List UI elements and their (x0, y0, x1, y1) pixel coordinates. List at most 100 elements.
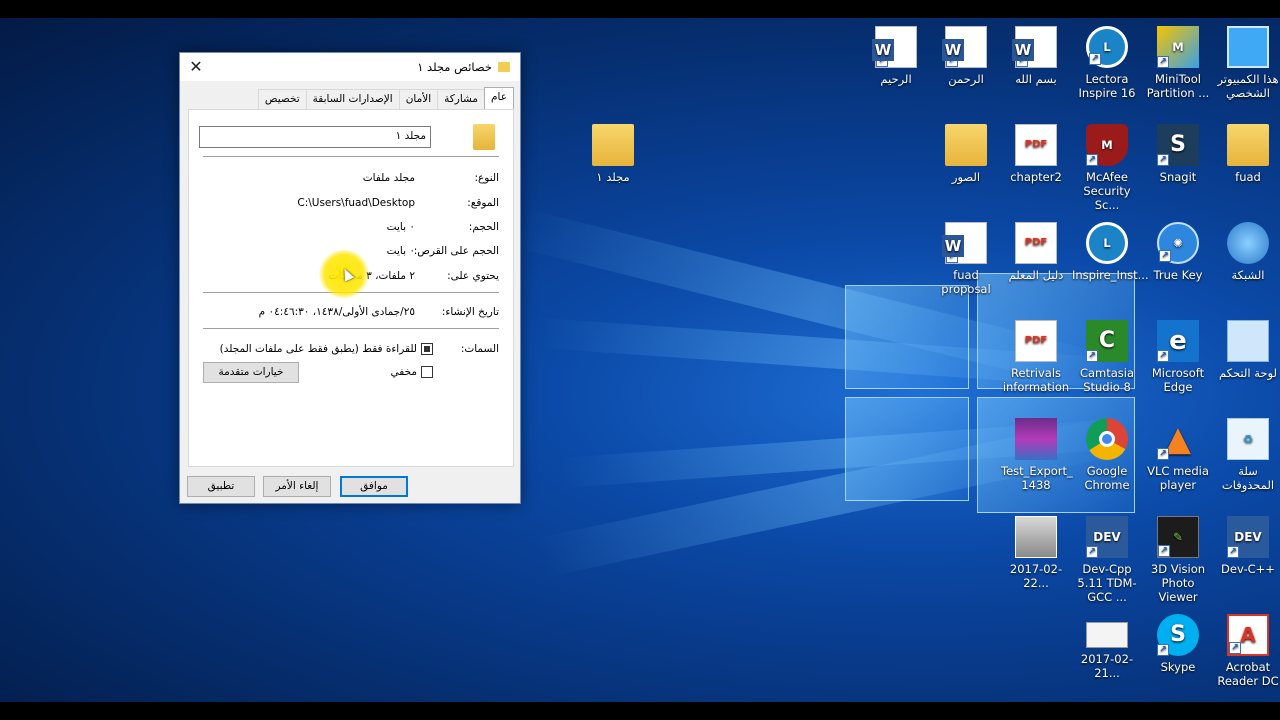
desktop-icon[interactable]: ↗ الرحمن (931, 26, 1001, 116)
desktop-icon[interactable]: ✺ ↗ True Key (1143, 222, 1213, 312)
folder-icon (945, 124, 987, 166)
desktop-icon[interactable]: PDF chapter2 (1001, 124, 1071, 214)
desktop-icon[interactable]: S ↗ Skype (1143, 614, 1213, 704)
truekey-icon: ✺ ↗ (1157, 222, 1199, 264)
desktop-icon-label: Inspire_Inst... (1072, 268, 1149, 282)
desktop-icon-label: الرحمن (948, 72, 984, 86)
desktop-icon[interactable]: الصور (931, 124, 1001, 214)
dialog-title: خصائص مجلد ١ (417, 60, 492, 74)
control-panel-icon (1227, 320, 1269, 362)
contains-label: يحتوي على: (447, 270, 499, 282)
ok-button[interactable]: موافق (340, 476, 408, 497)
chrome-icon (1086, 418, 1128, 460)
desktop-icon-label: Dev-C++ (1221, 562, 1275, 576)
desktop-icon-label: fuad (1235, 170, 1261, 184)
image-file-icon (1086, 622, 1128, 648)
shortcut-arrow-icon: ↗ (946, 251, 958, 263)
tab-strip: عام مشاركة الأمان الإصدارات السابقة تخصي… (257, 87, 514, 109)
desktop-icon[interactable]: ✎ ↗ 3D Vision Photo Viewer (1143, 516, 1213, 606)
readonly-label: للقراءة فقط (يطبق فقط على ملفات المجلد) (219, 343, 417, 355)
computer-icon (1227, 26, 1269, 68)
word-doc-icon: ↗ (872, 26, 917, 68)
cancel-button[interactable]: إلغاء الأمر (263, 476, 331, 497)
desktop-icon[interactable]: fuad (1213, 124, 1280, 214)
tab-customize[interactable]: تخصيص (257, 89, 307, 109)
desktop-icon[interactable]: PDF دليل المعلم (1001, 222, 1071, 312)
divider (203, 156, 499, 157)
winrar-icon (1015, 418, 1057, 460)
shortcut-arrow-icon: ↗ (876, 55, 888, 67)
desktop-icon-label: الشبكة (1231, 268, 1265, 282)
apply-button[interactable]: تطبيق (187, 476, 255, 497)
desktop-icon[interactable]: ↗ الرحيم (861, 26, 931, 116)
desktop-icon-label: Camtasia Studio 8 (1079, 366, 1135, 394)
snagit-icon: S ↗ (1157, 124, 1199, 166)
desktop-icon[interactable]: مجلد ١ (578, 124, 648, 214)
desktop-icon[interactable]: 2017-02-22... (1001, 516, 1071, 606)
desktop-icon-label: Snagit (1159, 170, 1197, 184)
desktop-icon[interactable]: Google Chrome (1072, 418, 1142, 508)
desktop-icon-label: هذا الكمبيوتر الشخصي (1217, 72, 1279, 100)
hidden-label: مخفي (390, 366, 417, 378)
close-icon[interactable]: ✕ (186, 57, 206, 77)
shortcut-arrow-icon: ↗ (1229, 642, 1241, 654)
desktop-icon[interactable]: DEV ↗ Dev-C++ (1213, 516, 1280, 606)
shortcut-arrow-icon: ↗ (1158, 545, 1170, 557)
video-bottom-bar (0, 702, 1280, 720)
tab-security[interactable]: الأمان (398, 89, 439, 109)
type-value: مجلد ملفات (362, 172, 415, 184)
desktop-icon[interactable]: A ↗ Acrobat Reader DC (1213, 614, 1280, 704)
desktop-icon-label: MiniTool Partition ... (1146, 72, 1210, 100)
desktop-icon[interactable]: C ↗ Camtasia Studio 8 (1072, 320, 1142, 410)
desktop-icon-label: لوحة التحكم (1219, 366, 1277, 380)
shortcut-arrow-icon: ↗ (1016, 55, 1028, 67)
desktop-icon[interactable]: الشبكة (1213, 222, 1280, 312)
dialog-title-bar[interactable]: خصائص مجلد ١ ✕ (180, 53, 520, 81)
desktop-icon-label: Google Chrome (1084, 464, 1130, 492)
desktop-icon[interactable]: لوحة التحكم (1213, 320, 1280, 410)
pdf-icon: PDF (1015, 222, 1057, 264)
vlc-icon: ▲ ↗ (1157, 418, 1199, 460)
tab-previous-versions[interactable]: الإصدارات السابقة (305, 89, 400, 109)
desktop-icon[interactable]: DEV ↗ Dev-Cpp 5.11 TDM-GCC ... (1072, 516, 1142, 606)
tab-sharing[interactable]: مشاركة (437, 89, 486, 109)
desktop-icon[interactable]: PDF Retrivals information (1001, 320, 1071, 410)
desktop-icon-label: Skype (1160, 660, 1196, 674)
advanced-options-button[interactable]: خيارات متقدمة (203, 362, 299, 383)
desktop-icon[interactable]: 2017-02-21... (1072, 614, 1142, 704)
desktop-icon-label: Microsoft Edge (1151, 366, 1205, 394)
desktop-icon-label: Retrivals information (1002, 366, 1070, 394)
desktop-icon[interactable]: S ↗ Snagit (1143, 124, 1213, 214)
folder-name-input[interactable]: مجلد ١ (199, 126, 431, 148)
divider (203, 328, 499, 329)
desktop-icon[interactable]: M ↗ McAfee Security Sc... (1072, 124, 1142, 214)
desktop-icon-label: Test_Export_ 1438 (1001, 464, 1073, 492)
desktop-icon[interactable]: L ↗ Lectora Inspire 16 (1072, 26, 1142, 116)
devcpp-icon: DEV ↗ (1086, 516, 1128, 558)
created-value: ٢٥/جمادى الأولى/١٤٣٨، ٠٤:٤٦:٣٠ م (258, 306, 415, 318)
skype-icon: S ↗ (1157, 614, 1199, 656)
shortcut-arrow-icon: ↗ (946, 55, 958, 67)
location-value: C:\Users\fuad\Desktop (297, 197, 415, 209)
desktop-icon-label: True Key (1153, 268, 1203, 282)
desktop-icon[interactable]: ↗ fuad proposal (931, 222, 1001, 312)
desktop-icon[interactable]: ↗ بسم الله (1001, 26, 1071, 116)
desktop-icon[interactable]: ▲ ↗ VLC media player (1143, 418, 1213, 508)
desktop-icon-label: McAfee Security Sc... (1083, 170, 1131, 212)
desktop-icon-label: VLC media player (1147, 464, 1209, 492)
desktop-icon[interactable]: e ↗ Microsoft Edge (1143, 320, 1213, 410)
desktop-icon[interactable]: Test_Export_ 1438 (1001, 418, 1073, 508)
desktop-icon[interactable]: L Inspire_Inst... (1072, 222, 1149, 312)
hidden-checkbox[interactable] (421, 366, 433, 378)
readonly-checkbox[interactable] (421, 343, 433, 355)
shortcut-arrow-icon: ↗ (1227, 546, 1239, 558)
desktop-icon-label: سلة المحذوفات (1221, 464, 1275, 492)
shortcut-arrow-icon: ↗ (1159, 250, 1171, 262)
desktop-icon[interactable]: هذا الكمبيوتر الشخصي (1213, 26, 1280, 116)
word-doc-icon: ↗ (942, 222, 987, 264)
desktop-icon[interactable]: ♻ سلة المحذوفات (1213, 418, 1280, 508)
tab-general[interactable]: عام (484, 87, 514, 109)
lectora-icon: L (1086, 222, 1128, 264)
desktop-icon[interactable]: M ↗ MiniTool Partition ... (1143, 26, 1213, 116)
shortcut-arrow-icon: ↗ (1086, 350, 1098, 362)
